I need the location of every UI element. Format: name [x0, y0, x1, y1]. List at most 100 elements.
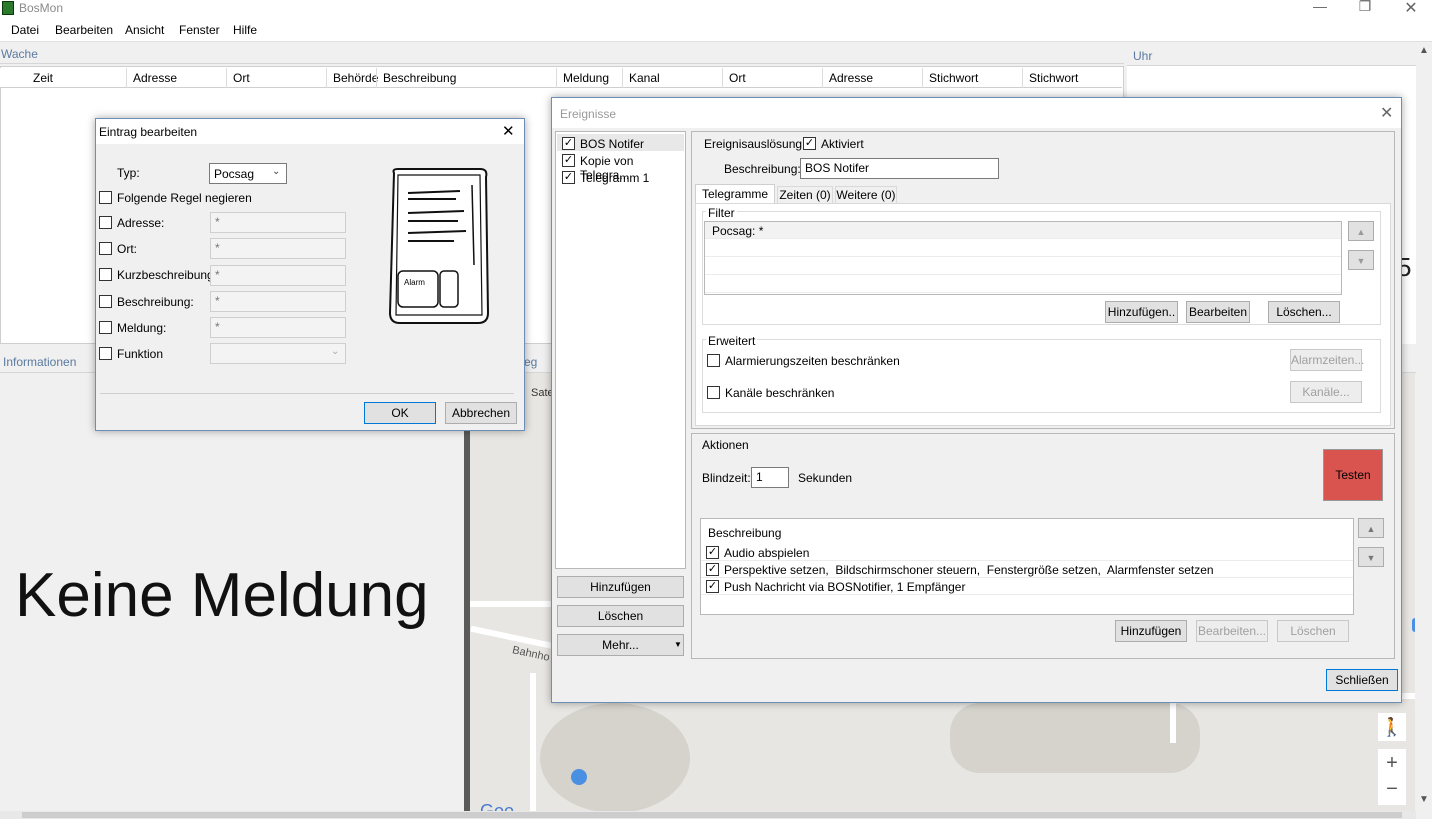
minimize-icon[interactable]: — [1307, 0, 1333, 16]
wache-panel-header: Wache [0, 44, 1124, 64]
filter-add-button[interactable]: Hinzufügen.. [1105, 301, 1178, 323]
funktion-label: Funktion [117, 347, 164, 361]
filter-up-icon[interactable]: ▲ [1348, 221, 1374, 241]
tab-panel: Filter Pocsag: * ▲ ▼ Hinzufügen.. Bearbe… [695, 203, 1391, 426]
event-more-button[interactable]: Mehr... ▼ [557, 634, 684, 656]
kurzbeschreibung-field[interactable]: * [210, 265, 346, 286]
ereignisse-close-icon[interactable]: ✕ [1380, 103, 1393, 123]
close-window-icon[interactable]: ✕ [1398, 0, 1424, 17]
negieren-checkbox[interactable] [99, 191, 112, 204]
scroll-up-icon[interactable]: ▲ [1419, 45, 1429, 56]
action-down-icon[interactable]: ▼ [1358, 547, 1384, 567]
funktion-checkbox[interactable] [99, 347, 112, 360]
beschreibung-checkbox[interactable] [99, 295, 112, 308]
restore-icon[interactable]: ❐ [1352, 0, 1378, 16]
uhr-panel-header: Uhr [1127, 44, 1416, 66]
funktion-select[interactable]: ⌄ [210, 343, 346, 364]
action-add-button[interactable]: Hinzufügen [1115, 620, 1187, 642]
filter-list[interactable]: Pocsag: * [704, 221, 1342, 295]
eintrag-title: Eintrag bearbeiten [99, 125, 198, 139]
filter-edit-button[interactable]: Bearbeiten [1186, 301, 1250, 323]
event-checkbox-1[interactable]: ✓ [562, 154, 575, 167]
action-checkbox-1[interactable]: ✓ [706, 563, 719, 576]
ereignisse-title: Ereignisse [560, 107, 617, 121]
kanaele-checkbox[interactable] [707, 386, 720, 399]
col-adresse[interactable]: Adresse [133, 71, 177, 85]
actions-list[interactable]: Beschreibung ✓ Audio abspielen ✓ Perspek… [700, 518, 1354, 615]
app-title: BosMon [19, 1, 64, 15]
action-row-2[interactable]: ✓ Push Nachricht via BOSNotifier, 1 Empf… [701, 578, 1353, 595]
adresse-checkbox[interactable] [99, 216, 112, 229]
col-beschreibung[interactable]: Beschreibung [383, 71, 456, 85]
tab-telegramme[interactable]: Telegramme (1) [695, 184, 775, 219]
menu-ansicht[interactable]: Ansicht [125, 23, 164, 37]
ausloesung-label: Ereignisauslösung: [704, 137, 806, 151]
menu-bearbeiten[interactable]: Bearbeiten [55, 23, 113, 37]
kurzbeschreibung-checkbox[interactable] [99, 268, 112, 281]
action-checkbox-2[interactable]: ✓ [706, 580, 719, 593]
event-item-2[interactable]: Telegramm 1 [580, 171, 649, 185]
ok-button[interactable]: OK [364, 402, 436, 424]
kanaele-button[interactable]: Kanäle... [1290, 381, 1362, 403]
ort-field[interactable]: * [210, 238, 346, 259]
filter-down-icon[interactable]: ▼ [1348, 250, 1374, 270]
pegman-icon[interactable]: 🚶 [1378, 713, 1406, 741]
action-up-icon[interactable]: ▲ [1358, 518, 1384, 538]
event-beschreibung-input[interactable]: BOS Notifer [800, 158, 999, 179]
more-label: Mehr... [602, 638, 639, 652]
ort-checkbox[interactable] [99, 242, 112, 255]
action-row-1[interactable]: ✓ Perspektive setzen, Bildschirmschoner … [701, 561, 1353, 578]
event-item-0[interactable]: BOS Notifer [580, 137, 644, 151]
event-checkbox-0[interactable]: ✓ [562, 137, 575, 150]
alarmzeiten-label: Alarmierungszeiten beschränken [725, 354, 900, 368]
app-logo-icon [2, 1, 14, 15]
action-row-0[interactable]: ✓ Audio abspielen [701, 544, 1353, 561]
col-ort[interactable]: Ort [233, 71, 250, 85]
col-meldung[interactable]: Meldung [563, 71, 609, 85]
event-delete-button[interactable]: Löschen [557, 605, 684, 627]
aktiviert-label: Aktiviert [821, 137, 864, 151]
alarmzeiten-button[interactable]: Alarmzeiten... [1290, 349, 1364, 371]
testen-button[interactable]: Testen [1323, 449, 1383, 501]
scroll-down-icon[interactable]: ▼ [1419, 794, 1429, 805]
col-stichwort[interactable]: Stichwort [929, 71, 978, 85]
window-titlebar: BosMon — ❐ ✕ [0, 0, 1432, 18]
zoom-out-icon[interactable]: − [1378, 777, 1406, 805]
action-edit-button[interactable]: Bearbeiten... [1196, 620, 1268, 642]
typ-select[interactable]: Pocsag ⌄ [209, 163, 287, 184]
filter-row-0[interactable]: Pocsag: * [705, 222, 1341, 239]
blindzeit-input[interactable]: 1 [751, 467, 789, 488]
event-checkbox-2[interactable]: ✓ [562, 171, 575, 184]
action-checkbox-0[interactable]: ✓ [706, 546, 719, 559]
col-kanal[interactable]: Kanal [629, 71, 660, 85]
scroll-thumb[interactable] [22, 812, 1402, 818]
adresse-field[interactable]: * [210, 212, 346, 233]
meldung-checkbox[interactable] [99, 321, 112, 334]
schliessen-button[interactable]: Schließen [1326, 669, 1398, 691]
menu-datei[interactable]: Datei [11, 23, 39, 37]
tab-weitere[interactable]: Weitere (0) [835, 186, 897, 204]
aktiviert-checkbox[interactable]: ✓ [803, 137, 816, 150]
typ-value: Pocsag [214, 167, 255, 181]
col-adresse-2[interactable]: Adresse [829, 71, 873, 85]
menu-hilfe[interactable]: Hilfe [233, 23, 257, 37]
col-behoerde[interactable]: Behörde [333, 71, 378, 85]
menu-fenster[interactable]: Fenster [179, 23, 220, 37]
alarmzeiten-checkbox[interactable] [707, 354, 720, 367]
event-add-button[interactable]: Hinzufügen [557, 576, 684, 598]
beschreibung-field[interactable]: * [210, 291, 346, 312]
eintrag-close-icon[interactable]: ✕ [502, 122, 515, 140]
action-delete-button[interactable]: Löschen [1277, 620, 1349, 642]
tab-zeiten[interactable]: Zeiten (0) [777, 186, 833, 204]
filter-delete-button[interactable]: Löschen... [1268, 301, 1340, 323]
map-tab-partial: eg [524, 355, 538, 369]
vertical-scrollbar[interactable]: ▲ ▼ [1416, 42, 1432, 819]
horizontal-scrollbar[interactable] [0, 811, 1416, 819]
actions-header: Beschreibung [708, 526, 782, 540]
abbrechen-button[interactable]: Abbrechen [445, 402, 517, 424]
zoom-in-icon[interactable]: + [1378, 749, 1406, 777]
col-zeit[interactable]: Zeit [33, 71, 53, 85]
col-ort-2[interactable]: Ort [729, 71, 746, 85]
meldung-field[interactable]: * [210, 317, 346, 338]
col-stichwort-2[interactable]: Stichwort [1029, 71, 1078, 85]
